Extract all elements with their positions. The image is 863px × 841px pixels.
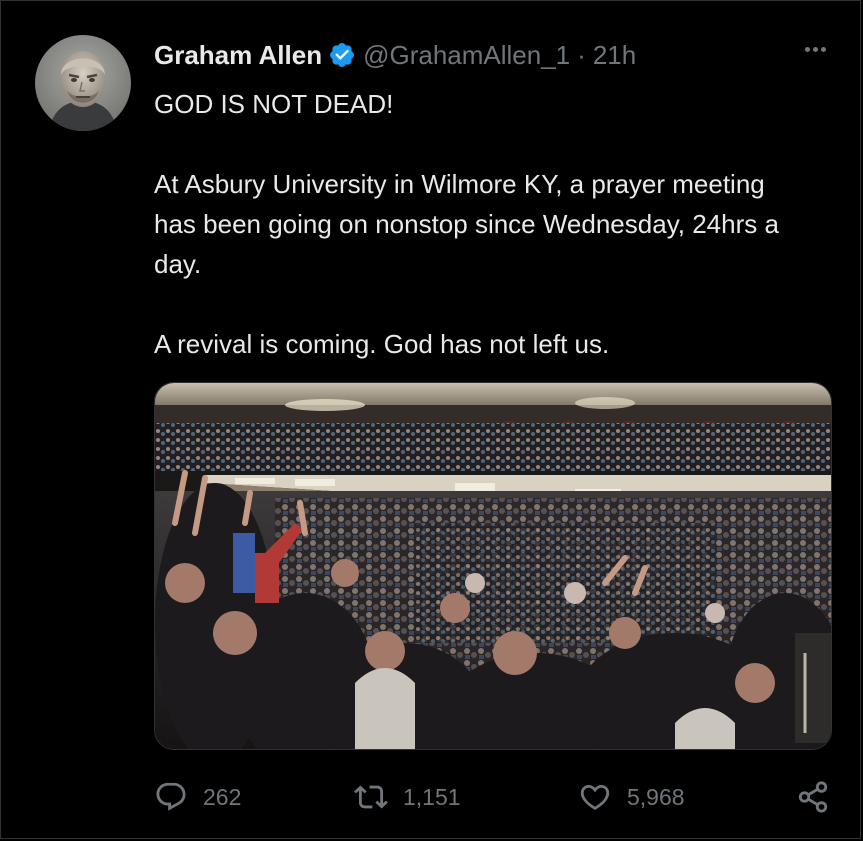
retweet-button[interactable]: 1,151: [354, 780, 461, 814]
author-handle[interactable]: @GrahamAllen_1: [363, 37, 570, 73]
more-dot: [813, 47, 818, 52]
tweet-text-paragraph: At Asbury University in Wilmore KY, a pr…: [154, 169, 779, 279]
reply-bubble-icon: [156, 782, 186, 811]
avatar[interactable]: [35, 35, 131, 131]
crowd-photo: [155, 383, 831, 749]
tweet-header: Graham Allen @GrahamAllen_1 · 21h: [154, 37, 636, 73]
tweet-timestamp[interactable]: 21h: [593, 37, 636, 73]
verified-badge-icon: [330, 43, 355, 67]
like-count: 5,968: [627, 783, 685, 810]
reply-count: 262: [203, 783, 242, 810]
tweet-card: Graham Allen @GrahamAllen_1 · 21h GOD IS…: [0, 0, 861, 839]
share-button[interactable]: [796, 780, 830, 814]
separator-dot: ·: [577, 40, 586, 70]
like-button[interactable]: 5,968: [578, 780, 685, 814]
tweet-text-paragraph: A revival is coming. God has not left us…: [154, 329, 610, 359]
retweet-count: 1,151: [403, 783, 461, 810]
tweet-actions: 262 1,151 5,968: [154, 777, 832, 817]
more-dot: [805, 47, 810, 52]
tweet-text-line: GOD IS NOT DEAD!: [154, 89, 394, 119]
more-dot: [821, 47, 826, 52]
more-options-icon[interactable]: [805, 47, 826, 52]
heart-icon: [580, 784, 610, 810]
avatar-image: [35, 35, 131, 131]
reply-button[interactable]: 262: [154, 780, 241, 814]
share-icon: [798, 781, 828, 813]
tweet-media-video[interactable]: [154, 382, 832, 750]
author-display-name[interactable]: Graham Allen: [154, 37, 322, 73]
retweet-icon: [354, 785, 388, 809]
tweet-text: GOD IS NOT DEAD! At Asbury University in…: [154, 84, 804, 364]
